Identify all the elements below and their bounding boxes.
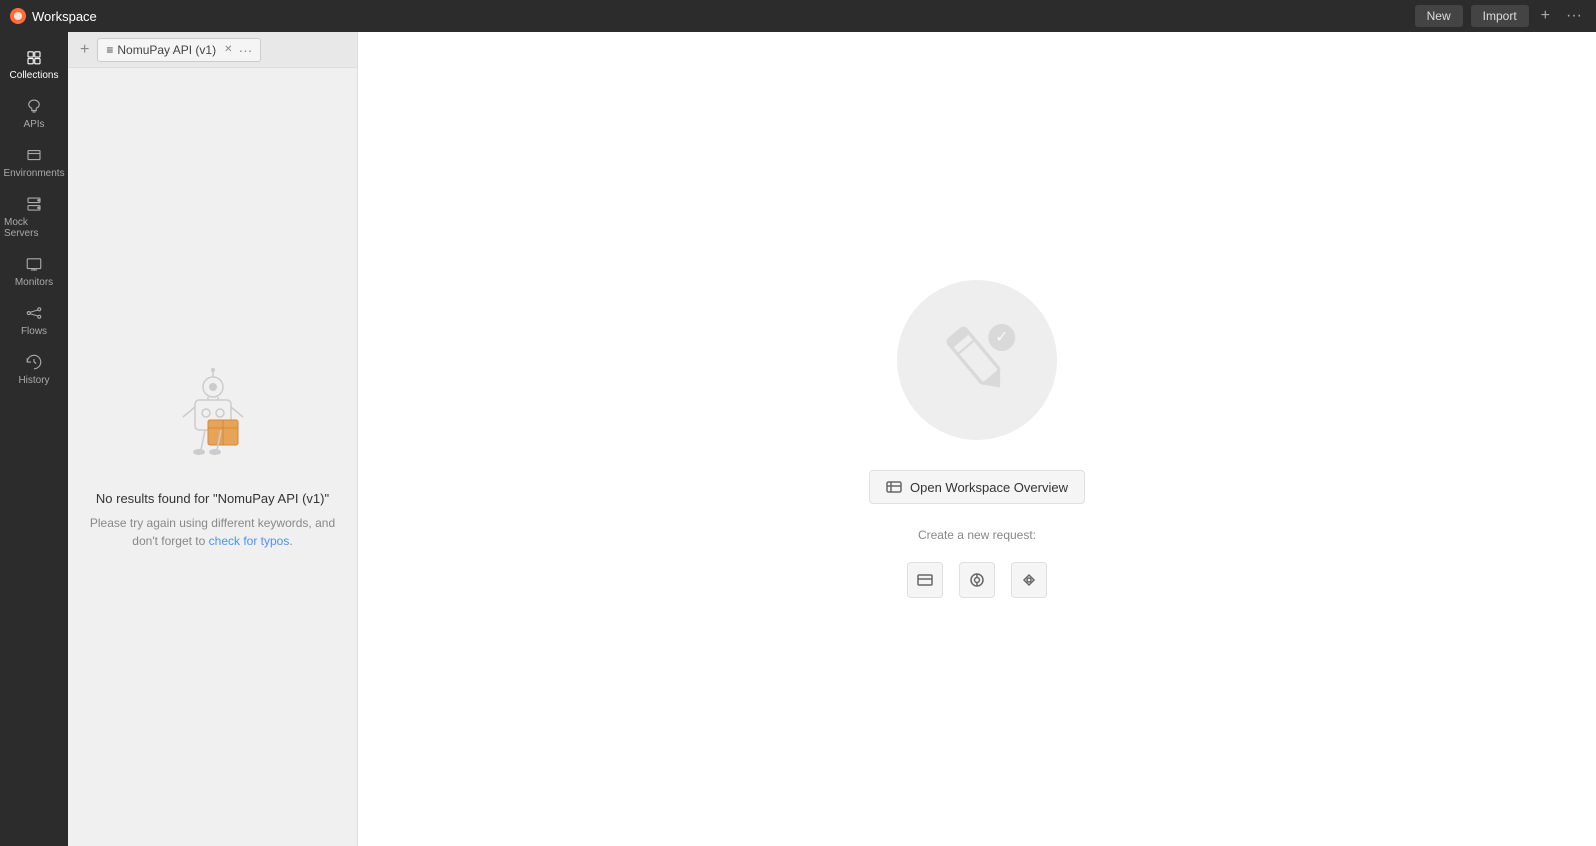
request-type-icons [907, 562, 1047, 598]
topbar: Workspace New Import + ··· [0, 0, 1596, 32]
environments-label: Environments [3, 168, 64, 179]
tab-more-button[interactable]: ··· [238, 42, 252, 58]
more-options-button[interactable]: ··· [1562, 7, 1586, 25]
mock-servers-label: Mock Servers [4, 217, 64, 239]
http-icon [916, 571, 934, 589]
apis-label: APIs [23, 119, 44, 130]
sidebar-item-history[interactable]: History [0, 345, 68, 394]
workspace-label: Workspace [32, 9, 97, 24]
grpc-icon [1020, 571, 1038, 589]
import-button[interactable]: Import [1471, 5, 1529, 27]
main-content: ✓ Open Workspace Overview Create a new r… [358, 32, 1596, 846]
create-request-label: Create a new request: [918, 528, 1036, 542]
history-icon [25, 353, 43, 371]
environments-icon [25, 146, 43, 164]
svg-text:✓: ✓ [995, 329, 1008, 346]
workspace-overview-illustration: ✓ [897, 280, 1057, 440]
pencil-icon: ✓ [932, 315, 1022, 405]
desc-part1: Please try again using different keyword… [90, 516, 335, 530]
new-button[interactable]: New [1415, 5, 1463, 27]
open-workspace-overview-button[interactable]: Open Workspace Overview [869, 470, 1085, 504]
workspace-icon [886, 479, 902, 495]
flows-icon [25, 304, 43, 322]
robot-illustration [153, 365, 273, 475]
add-tab-button[interactable]: + [1537, 7, 1554, 25]
sidebar: Collections APIs Environments [0, 32, 68, 846]
flows-label: Flows [21, 326, 47, 337]
sidebar-item-environments[interactable]: Environments [0, 138, 68, 187]
collections-label: Collections [10, 70, 59, 81]
tab-label: NomuPay API (v1) [117, 43, 216, 57]
center-area: ✓ Open Workspace Overview Create a new r… [869, 280, 1085, 598]
check-typos-link[interactable]: check for typos [209, 534, 290, 548]
add-panel-tab-button[interactable]: + [76, 41, 93, 59]
monitors-icon [25, 255, 43, 273]
postman-logo-icon [10, 8, 26, 24]
panel-tabs: + ≡ NomuPay API (v1) ✕ ··· [68, 32, 357, 68]
http-request-button[interactable] [907, 562, 943, 598]
collections-icon [25, 48, 43, 66]
grpc-button[interactable] [1011, 562, 1047, 598]
no-results-description: Please try again using different keyword… [90, 514, 335, 550]
workspace-logo: Workspace [10, 8, 97, 24]
sidebar-item-collections[interactable]: Collections [0, 40, 68, 89]
no-results-title: No results found for "NomuPay API (v1)" [96, 491, 329, 506]
mock-servers-icon [25, 195, 43, 213]
graphql-button[interactable] [959, 562, 995, 598]
tab-close-button[interactable]: ✕ [224, 44, 232, 55]
history-label: History [18, 375, 49, 386]
sidebar-item-mock-servers[interactable]: Mock Servers [0, 187, 68, 247]
tab-icon: ≡ [106, 43, 113, 57]
apis-icon [25, 97, 43, 115]
panel-tab-nomupay[interactable]: ≡ NomuPay API (v1) ✕ ··· [97, 38, 261, 62]
sidebar-item-apis[interactable]: APIs [0, 89, 68, 138]
graphql-icon [968, 571, 986, 589]
main-layout: Collections APIs Environments [0, 32, 1596, 846]
open-workspace-label: Open Workspace Overview [910, 480, 1068, 495]
left-panel: + ≡ NomuPay API (v1) ✕ ··· [68, 32, 358, 846]
monitors-label: Monitors [15, 277, 53, 288]
desc-part3: . [289, 534, 292, 548]
sidebar-item-monitors[interactable]: Monitors [0, 247, 68, 296]
sidebar-item-flows[interactable]: Flows [0, 296, 68, 345]
no-results-panel: No results found for "NomuPay API (v1)" … [68, 68, 357, 846]
desc-part2: don't forget to [132, 534, 208, 548]
